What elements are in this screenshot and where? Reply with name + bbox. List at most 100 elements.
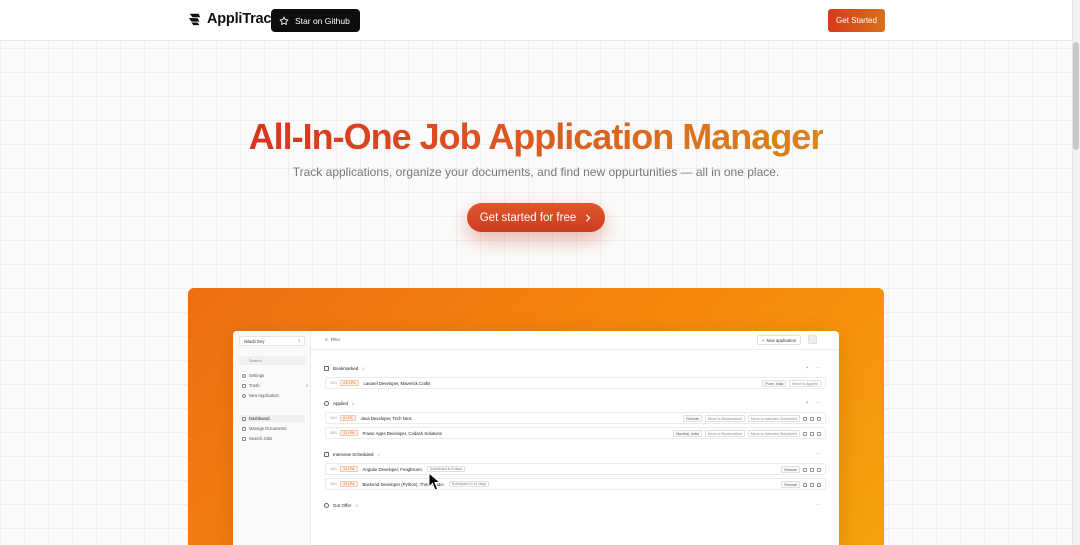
move-to-bookmarked-button[interactable]: Move to Bookmarked [704,430,745,437]
dashboard-icon [242,416,246,421]
applied-icon [324,400,329,406]
sidebar-item-trash[interactable]: Trash 2 [242,382,308,389]
location-chip: Remote [781,466,800,473]
group-count: 1 [362,365,365,371]
group-actions-icon[interactable]: + ⋯ [806,400,824,406]
delete-icon[interactable] [817,482,821,487]
search-icon [242,436,246,441]
group-actions-icon[interactable]: ⋯ [816,451,824,457]
plus-icon: + [762,337,765,343]
filter-icon: ≡ [325,337,328,342]
star-on-github-label: Star on Github [295,15,350,26]
group-count: 2 [377,451,380,457]
document-icon[interactable] [803,416,807,421]
filter-button[interactable]: ≡ Filter [325,337,340,342]
row-actions: Remote [781,481,821,488]
table-row[interactable]: 18/1 10 LPA Angular Developer, Freightco… [325,463,826,475]
location-chip: Mumbai, India [673,430,702,437]
row-actions: Remote Move to Bookmarked Move to Interv… [683,415,821,422]
account-name: Niladri Dey [244,339,265,344]
group-label: Applied [333,400,349,406]
table-row[interactable]: 18/1 15 LPA Backend Developer (Python), … [325,478,826,490]
row-salary: 8 LPA [340,415,356,421]
row-salary: 12 LPA [340,430,358,436]
move-action-button[interactable]: Move to Applied [789,380,821,387]
brand-name: AppliTrack [207,11,280,27]
mouse-cursor-icon [428,472,442,491]
app-preview-window: Niladri Dey ⇕ Search Settings Trash 2 Ne… [233,331,839,545]
location-chip: Remote [683,415,702,422]
app-sidebar: Niladri Dey ⇕ Search Settings Trash 2 Ne… [233,331,311,545]
account-switcher[interactable]: Niladri Dey ⇕ [239,336,305,346]
row-salary: 15 LPA [340,481,358,487]
plus-icon [242,393,246,398]
star-icon [279,16,289,25]
sidebar-item-settings[interactable]: Settings [242,372,264,379]
document-icon[interactable] [803,431,807,436]
gear-icon [242,373,246,378]
row-date: 28/1 [330,431,337,435]
sidebar-item-label: Manage Documents [249,426,287,431]
brand[interactable]: AppliTrack [188,11,279,27]
row-title: Lavarel Developer, Maverick Crafts [363,380,431,386]
group-label: Got Offer [333,502,352,508]
row-salary: 10 LPA [340,466,358,472]
document-icon[interactable] [803,482,807,487]
sidebar-search-input[interactable]: Search [239,356,305,365]
star-on-github-button[interactable]: Star on Github [271,9,360,32]
sidebar-item-label: Search Jobs [249,436,273,441]
get-started-free-button[interactable]: Get started for free [467,203,605,232]
group-bookmarked[interactable]: Bookmarked 1 + ⋯ [324,364,826,372]
page-scrollbar[interactable] [1072,0,1080,545]
move-to-bookmarked-button[interactable]: Move to Bookmarked [704,415,745,422]
move-to-interview-button[interactable]: Move to Interview Scheduled [747,430,800,437]
sidebar-item-label: Trash [249,383,260,388]
chevron-right-icon [586,213,591,222]
group-count: 2 [352,400,355,406]
delete-icon[interactable] [817,431,821,436]
location-chip: Remote [781,481,800,488]
location-chip: Pune, India [762,380,787,387]
delete-icon[interactable] [817,467,821,472]
new-application-button[interactable]: + New application [757,335,802,345]
sidebar-item-search-jobs[interactable]: Search Jobs [242,435,272,442]
edit-icon[interactable] [810,416,814,421]
delete-icon[interactable] [817,416,821,421]
table-row[interactable]: 04/1 4.5 LPA Lavarel Developer, Maverick… [325,377,826,389]
logo-icon [188,13,201,26]
group-got-offer[interactable]: Got Offer 0 ⋯ [324,501,826,509]
sidebar-item-dashboard[interactable]: Dashboard [239,415,305,422]
document-icon[interactable] [803,467,807,472]
row-actions: Remote [781,466,821,473]
sidebar-item-label: New Application [249,393,279,398]
edit-icon[interactable] [810,431,814,436]
table-row[interactable]: 04/1 8 LPA Java Developer, Tech Next Rem… [325,412,826,424]
group-count: 0 [355,502,358,508]
row-title: Angular Developer, Freightcom [362,466,422,472]
table-row[interactable]: 28/1 12 LPA Power Apps Developer, Codash… [325,427,826,439]
group-applied[interactable]: Applied 2 + ⋯ [324,399,826,407]
group-label: Interview Scheduled [333,451,374,457]
cta-label: Get started for free [479,211,577,224]
row-salary: 4.5 LPA [340,380,359,386]
edit-icon[interactable] [810,482,814,487]
scrollbar-thumb[interactable] [1073,42,1079,150]
group-actions-icon[interactable]: ⋯ [816,502,824,508]
app-toolbar: ≡ Filter + New application [311,331,839,350]
group-actions-icon[interactable]: + ⋯ [806,365,824,371]
hero-subtitle: Track applications, organize your docume… [292,165,780,179]
sidebar-item-new-application[interactable]: New Application [242,392,279,399]
sidebar-item-label: Settings [249,373,265,378]
row-title: Java Developer, Tech Next [360,415,412,421]
bookmark-icon [324,365,329,371]
top-navbar: AppliTrack Star on Github Get Started [0,0,1080,41]
sidebar-item-label: Dashboard [249,416,270,421]
grid-view-icon[interactable] [819,335,828,344]
document-icon [242,426,246,431]
edit-icon[interactable] [810,467,814,472]
group-interview-scheduled[interactable]: Interview Scheduled 2 ⋯ [324,450,826,458]
get-started-button[interactable]: Get Started [828,9,885,32]
sidebar-item-manage-documents[interactable]: Manage Documents [242,425,286,432]
move-to-interview-button[interactable]: Move to Interview Scheduled [747,415,800,422]
list-view-icon[interactable] [808,335,817,344]
